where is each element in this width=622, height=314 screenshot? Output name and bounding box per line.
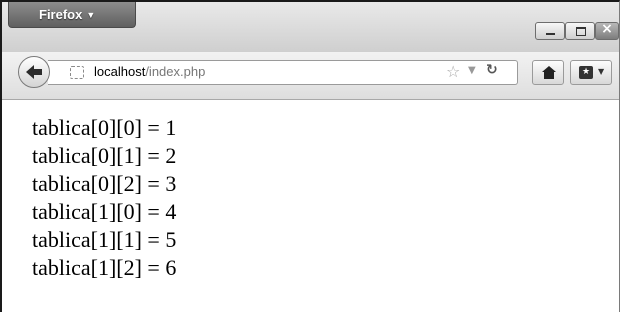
- back-arrow-icon: [26, 65, 42, 79]
- reload-icon[interactable]: ↻: [486, 62, 498, 78]
- chevron-down-icon: ▼: [598, 67, 605, 76]
- firefox-menu-button[interactable]: Firefox ▼: [8, 2, 136, 28]
- navigation-toolbar: localhost/index.php ☆ ▼ ↻ ★ ▼: [2, 52, 619, 100]
- site-identity-icon[interactable]: [70, 66, 84, 79]
- url-host: localhost: [94, 64, 146, 79]
- url-path: /index.php: [145, 64, 206, 79]
- output-line: tablica[1][2] = 6: [32, 255, 177, 280]
- minimize-button[interactable]: [535, 22, 565, 40]
- star-icon[interactable]: ☆: [446, 62, 460, 81]
- chevron-down-icon[interactable]: ▼: [468, 65, 476, 76]
- home-button[interactable]: [532, 60, 564, 85]
- output-line: tablica[0][1] = 2: [32, 143, 177, 168]
- bookmarks-button[interactable]: ★ ▼: [570, 60, 612, 85]
- close-button[interactable]: ×: [595, 21, 619, 40]
- url-text[interactable]: localhost/index.php: [94, 64, 205, 79]
- output-line: tablica[0][2] = 3: [32, 171, 177, 196]
- title-bar: Firefox ▼ ×: [2, 2, 619, 52]
- chevron-down-icon: ▼: [86, 10, 96, 20]
- browser-window: Firefox ▼ × localhost/index.php ☆ ▼ ↻ ★ ▼…: [0, 0, 620, 314]
- maximize-button[interactable]: [565, 22, 595, 40]
- bookmarks-icon: ★: [579, 66, 593, 79]
- url-bar[interactable]: localhost/index.php ☆ ▼ ↻: [48, 60, 518, 85]
- page-content: tablica[0][0] = 1 tablica[0][1] = 2 tabl…: [2, 100, 619, 314]
- output-line: tablica[0][0] = 1: [32, 115, 177, 140]
- firefox-menu-label: Firefox: [39, 7, 83, 22]
- output-line: tablica[1][1] = 5: [32, 227, 177, 252]
- output-line: tablica[1][0] = 4: [32, 199, 177, 224]
- close-icon: ×: [601, 21, 613, 37]
- back-button[interactable]: [18, 56, 50, 88]
